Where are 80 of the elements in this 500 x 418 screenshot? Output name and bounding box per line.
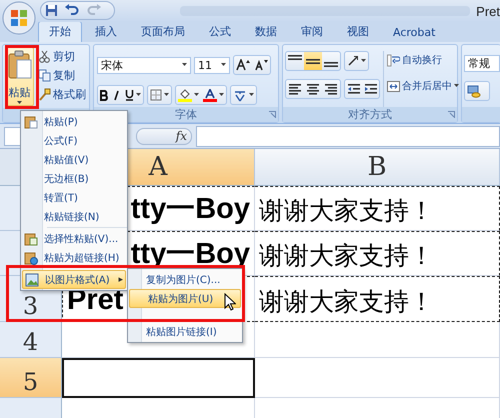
insert-function-button[interactable]: fx <box>176 129 187 143</box>
row-header[interactable]: 5 <box>0 358 62 398</box>
font-color-icon <box>203 88 217 102</box>
menu-item[interactable]: 公式(F) <box>21 131 127 150</box>
merge-cells-icon <box>387 80 400 92</box>
submenu-arrow: ▸ <box>118 274 123 284</box>
phonetic-icon <box>233 88 247 102</box>
clipboard-icon <box>6 50 32 80</box>
group-label: 字体 <box>175 108 197 121</box>
copy-icon <box>38 68 51 82</box>
align-right-icon <box>324 83 338 95</box>
ribbon-tab[interactable]: 插入 <box>84 21 128 42</box>
grid-icon <box>150 89 162 101</box>
cut-button[interactable]: 剪切 <box>37 47 87 65</box>
scissors-icon <box>38 50 51 62</box>
dropdown-arrow-icon <box>182 63 187 67</box>
paste-hyperlink-icon <box>24 250 38 264</box>
menu-item[interactable]: 粘贴图片链接(I) <box>128 322 242 341</box>
ribbon-tab[interactable]: 视图 <box>336 21 380 42</box>
font-name-field[interactable]: 宋体 <box>97 56 191 74</box>
underline-icon <box>125 89 134 101</box>
ribbon-tab[interactable]: 审阅 <box>290 21 334 42</box>
table-cell: 谢谢大家支持！ <box>255 186 500 231</box>
ribbon-tab[interactable]: 页面布局 <box>130 21 196 42</box>
ribbon-tab[interactable]: 公式 <box>198 21 242 42</box>
dropdown-arrow-icon <box>361 59 366 63</box>
diagonal-arrow-icon <box>347 55 359 67</box>
dropdown-arrow-icon <box>17 101 22 105</box>
paste-icon <box>24 114 38 128</box>
format-painter-button[interactable]: 格式刷 <box>37 85 87 103</box>
align-top-icon <box>288 55 302 60</box>
window-title: Pret <box>476 4 500 19</box>
wrap-text-icon <box>387 54 400 66</box>
ribbon-tab[interactable]: Acrobat <box>382 23 446 42</box>
menu-item[interactable]: 以图片格式(A) ▸ <box>22 270 126 289</box>
paste-special-icon <box>24 232 38 246</box>
italic-icon <box>113 90 121 100</box>
cursor-icon <box>224 293 236 311</box>
dropdown-arrow-icon <box>454 84 459 88</box>
align-middle-icon <box>306 58 320 64</box>
font-color-button[interactable] <box>201 86 226 104</box>
menu-item[interactable]: 粘贴为图片(U) <box>129 289 241 308</box>
money-icon <box>467 84 481 98</box>
dropdown-arrow-icon <box>219 93 224 97</box>
align-center-icon <box>306 83 320 95</box>
menu-item[interactable]: 粘贴(P) <box>21 112 127 131</box>
outdent-icon <box>347 83 360 95</box>
ribbon-tab[interactable]: 数据 <box>244 21 288 42</box>
dropdown-arrow-icon <box>249 93 254 97</box>
table-cell: 谢谢大家支持！ <box>255 276 500 322</box>
active-cell[interactable] <box>62 358 255 398</box>
align-left-icon <box>288 83 302 95</box>
shrink-font-icon <box>254 59 268 71</box>
ribbon-tab[interactable]: 开始 <box>38 21 82 42</box>
row-header[interactable]: 4 <box>0 322 62 358</box>
merge-center-button[interactable]: 合并后居中 <box>386 77 460 95</box>
undo-icon[interactable] <box>64 4 80 17</box>
group-label: 对齐方式 <box>348 108 392 121</box>
grow-font-icon <box>236 59 250 71</box>
indent-icon <box>364 83 377 95</box>
dropdown-arrow-icon <box>221 63 226 67</box>
align-button[interactable] <box>304 52 322 70</box>
wrap-text-button[interactable]: 自动换行 <box>386 51 460 69</box>
align-bottom-icon <box>324 62 338 67</box>
bold-icon <box>100 90 109 100</box>
dropdown-arrow-icon <box>164 93 169 97</box>
font-size-field[interactable]: 11 <box>194 56 230 74</box>
column-header[interactable]: B <box>255 149 500 186</box>
group-footer <box>462 107 500 122</box>
formula-input[interactable] <box>196 126 500 146</box>
highlight-frame <box>5 45 39 109</box>
paintbrush-icon <box>38 88 51 100</box>
picture-icon <box>25 272 39 286</box>
table-cell: 谢谢大家支持！ <box>255 231 500 276</box>
dropdown-arrow-icon <box>136 93 141 97</box>
copy-button[interactable]: 复制 <box>37 66 87 84</box>
number-format-field[interactable]: 常规 <box>464 55 500 72</box>
dropdown-arrow-icon <box>194 93 199 97</box>
save-icon[interactable] <box>45 4 58 17</box>
paint-bucket-icon <box>178 88 192 102</box>
